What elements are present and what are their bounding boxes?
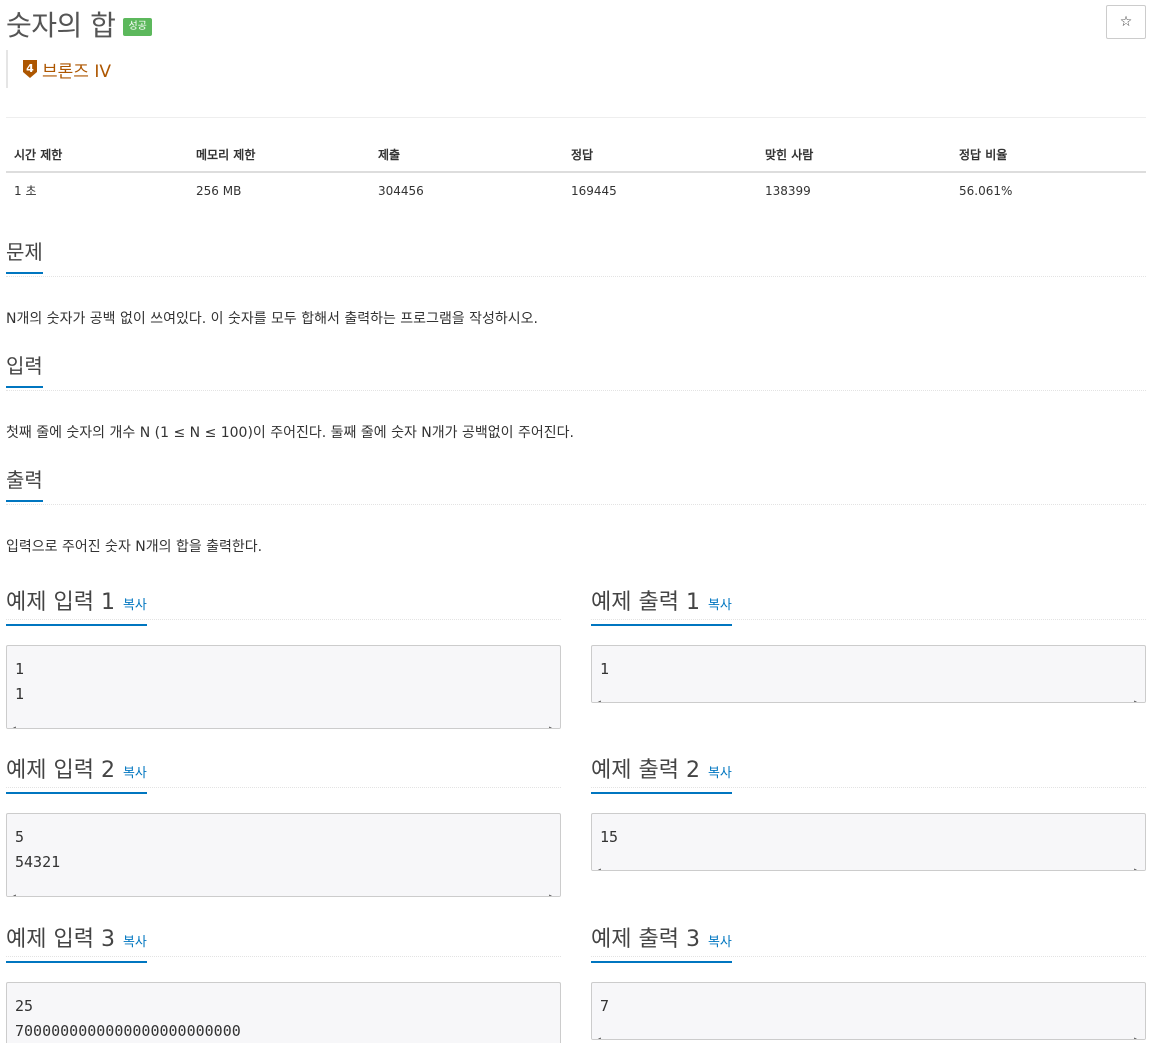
header-accept-ratio: 정답 비율 [951, 138, 1146, 173]
scroll-left-icon[interactable]: ◀ [596, 858, 601, 870]
copy-sample-output-1-button[interactable]: 복사 [708, 594, 732, 613]
code-line: 7 [600, 997, 610, 1015]
sample-output-1-title: 예제 출력 1 [591, 590, 700, 615]
sample-input-1-title: 예제 입력 1 [6, 590, 115, 615]
code-line: 1 [15, 685, 25, 703]
scroll-right-icon[interactable]: ▶ [549, 884, 554, 896]
input-text: 첫째 줄에 숫자의 개수 N (1 ≤ N ≤ 100)이 주어진다. 둘째 줄… [6, 425, 574, 441]
output-title: 출력 [6, 468, 43, 502]
sample-output-3-title: 예제 출력 3 [591, 927, 700, 952]
input-rule [6, 390, 1146, 391]
header-accepted: 정답 [563, 138, 757, 173]
sample-output-2-title: 예제 출력 2 [591, 758, 700, 783]
horizontal-scrollbar[interactable]: ◀ ▶ [592, 1024, 1145, 1039]
code-line: 1 [15, 660, 25, 678]
code-line: 25 [15, 997, 34, 1015]
scroll-left-icon[interactable]: ◀ [596, 1027, 601, 1039]
sample-output-1[interactable]: 1 ◀ ▶ [591, 645, 1146, 703]
accepted-value: 169445 [571, 183, 617, 198]
code-line: 54321 [15, 853, 61, 871]
output-rule [6, 504, 1146, 505]
copy-sample-input-1-button[interactable]: 복사 [123, 594, 147, 613]
time-limit-value: 1 초 [14, 184, 37, 198]
problem-info-table: 시간 제한 메모리 제한 제출 정답 맞힌 사람 정답 비율 1 초 256 M… [6, 138, 1146, 208]
description-rule [6, 276, 1146, 277]
header-solved-users: 맞힌 사람 [757, 138, 951, 173]
sample-rule [6, 787, 561, 788]
star-button[interactable]: ☆ [1106, 5, 1146, 39]
code-line: 5 [15, 828, 25, 846]
copy-sample-output-3-button[interactable]: 복사 [708, 931, 732, 950]
scroll-right-icon[interactable]: ▶ [549, 716, 554, 728]
scroll-left-icon[interactable]: ◀ [11, 716, 16, 728]
header-memory-limit: 메모리 제한 [188, 138, 370, 173]
input-title: 입력 [6, 354, 43, 388]
sample-rule [591, 787, 1146, 788]
copy-sample-input-3-button[interactable]: 복사 [123, 931, 147, 950]
table-header-row: 시간 제한 메모리 제한 제출 정답 맞힌 사람 정답 비율 [6, 138, 1146, 173]
code-line: 7000000000000000000000000 [15, 1022, 241, 1040]
code-line: 15 [600, 828, 619, 846]
tier-label: 브론즈 IV [42, 61, 111, 82]
scroll-right-icon[interactable]: ▶ [1134, 1027, 1139, 1039]
horizontal-scrollbar[interactable]: ◀ ▶ [592, 687, 1145, 702]
horizontal-scrollbar[interactable]: ◀ ▶ [7, 881, 560, 896]
sample-input-3-title: 예제 입력 3 [6, 927, 115, 952]
description-title: 문제 [6, 240, 43, 274]
sample-input-1[interactable]: 1 1 ◀ ▶ [6, 645, 561, 729]
solved-users-value: 138399 [765, 183, 811, 198]
sample-rule [591, 956, 1146, 957]
title-row: 숫자의 합 성공 [6, 4, 152, 44]
description-text: N개의 숫자가 공백 없이 쓰여있다. 이 숫자를 모두 합해서 출력하는 프로… [6, 311, 539, 327]
header-time-limit: 시간 제한 [6, 138, 188, 173]
scroll-left-icon[interactable]: ◀ [11, 884, 16, 896]
page-title: 숫자의 합 [6, 9, 116, 42]
sample-input-2[interactable]: 5 54321 ◀ ▶ [6, 813, 561, 897]
code-line: 1 [600, 660, 610, 678]
sample-input-2-title: 예제 입력 2 [6, 758, 115, 783]
scroll-right-icon[interactable]: ▶ [1134, 858, 1139, 870]
tier-number: 4 [26, 62, 34, 75]
horizontal-scrollbar[interactable]: ◀ ▶ [592, 855, 1145, 870]
scroll-left-icon[interactable]: ◀ [596, 690, 601, 702]
sample-input-3[interactable]: 25 7000000000000000000000000 [6, 982, 561, 1043]
copy-sample-input-2-button[interactable]: 복사 [123, 762, 147, 781]
header-submissions: 제출 [370, 138, 563, 173]
status-badge: 성공 [123, 18, 152, 36]
sample-rule [591, 619, 1146, 620]
sample-rule [6, 619, 561, 620]
divider [6, 117, 1146, 118]
sample-output-2[interactable]: 15 ◀ ▶ [591, 813, 1146, 871]
bronze-tier-icon: 4 [23, 60, 37, 78]
table-row: 1 초 256 MB 304456 169445 138399 56.061% [6, 172, 1146, 208]
copy-sample-output-2-button[interactable]: 복사 [708, 762, 732, 781]
output-text: 입력으로 주어진 숫자 N개의 합을 출력한다. [6, 539, 263, 555]
sample-rule [6, 956, 561, 957]
sample-output-3[interactable]: 7 ◀ ▶ [591, 982, 1146, 1040]
horizontal-scrollbar[interactable]: ◀ ▶ [7, 713, 560, 728]
accept-ratio-value: 56.061% [959, 183, 1013, 198]
submissions-value: 304456 [378, 183, 424, 198]
scroll-right-icon[interactable]: ▶ [1134, 690, 1139, 702]
star-icon: ☆ [1119, 14, 1133, 30]
memory-limit-value: 256 MB [196, 183, 242, 198]
tier-row: 4 브론즈 IV [6, 50, 111, 88]
